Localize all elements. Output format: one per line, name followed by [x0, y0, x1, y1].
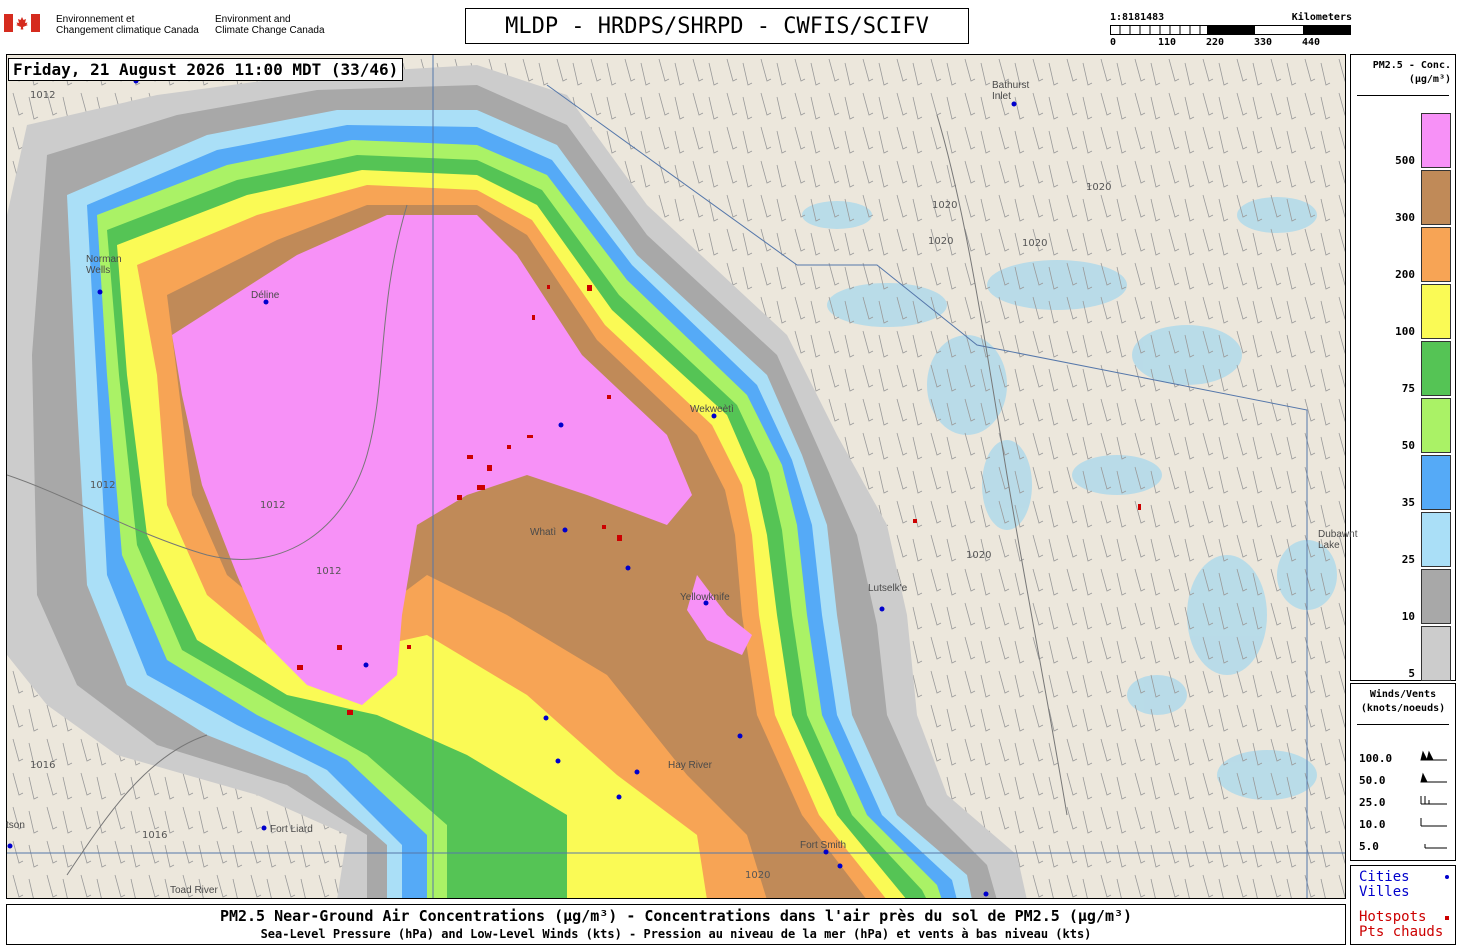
pm25-legend-title: PM2.5 - Conc. (µg/m³) — [1372, 60, 1451, 85]
isobar-label: 1020 — [745, 870, 771, 881]
pm25-swatch — [1421, 455, 1451, 510]
scale-tick: 0 — [1110, 37, 1117, 48]
place-label-bathurst-inlet: Bathurst Inlet — [992, 80, 1030, 102]
place-label-deline: Déline — [251, 290, 280, 301]
scale-ratio: 1:8181483 — [1110, 12, 1165, 23]
scale-tick: 330 — [1254, 37, 1273, 48]
wind-barb-icons — [1420, 750, 1447, 849]
place-label-fort-smith: Fort Smith — [800, 840, 847, 851]
isobar-label: 1012 — [30, 90, 56, 101]
isobar-label: 1016 — [30, 760, 56, 771]
wind-speed-label: 25.0 — [1359, 796, 1386, 809]
place-label-lutselke: Lutselk'e — [868, 583, 908, 594]
isobar-label: 1020 — [966, 550, 992, 561]
scale-tick: 440 — [1302, 37, 1321, 48]
legend-divider — [1357, 95, 1449, 96]
scale-bar: 1:8181483 Kilometers 0 110 220 330 440 — [1110, 10, 1352, 52]
scale-tick: 110 — [1158, 37, 1177, 48]
pm25-swatch — [1421, 227, 1451, 282]
pm25-swatch — [1421, 284, 1451, 339]
symbol-legend: Cities Villes Hotspots Pts chauds — [1350, 865, 1456, 945]
pm25-level-label: 75 — [1401, 382, 1415, 395]
pm25-swatch — [1421, 170, 1451, 225]
hotspots-legend-label: Hotspots Pts chauds — [1359, 909, 1444, 940]
hotspot-square-icon — [1445, 916, 1449, 920]
wind-speed-label: 50.0 — [1359, 774, 1386, 787]
isobar-label: 1020 — [928, 236, 954, 247]
place-label-hay-river: Hay River — [668, 760, 712, 771]
place-label-wekweeti: Wekweètì — [690, 404, 734, 415]
place-label-fort-liard: Fort Liard — [270, 824, 313, 835]
forecast-timestamp: Friday, 21 August 2026 11:00 MDT (33/46) — [8, 58, 404, 81]
pm25-level-label: 500 — [1395, 154, 1415, 167]
pm25-level-label: 10 — [1401, 610, 1415, 623]
map-canvas[interactable] — [6, 54, 1346, 899]
pm25-level-label: 300 — [1395, 211, 1415, 224]
map-layers — [7, 55, 1345, 898]
isobar-label: 1012 — [90, 480, 116, 491]
pm25-level-label: 50 — [1401, 439, 1415, 452]
pm25-swatch — [1421, 569, 1451, 624]
wind-speed-label: 5.0 — [1359, 840, 1379, 853]
isobar-label: 1012 — [260, 500, 286, 511]
gov-name-fr: Environnement et Changement climatique Ca… — [56, 14, 199, 36]
place-label-dubawnt-lake: Dubawnt Lake — [1318, 529, 1358, 551]
canada-flag-icon — [4, 14, 40, 32]
government-logo: Environnement et Changement climatique Ca… — [4, 12, 334, 42]
scale-tick: 220 — [1206, 37, 1225, 48]
scale-unit: Kilometers — [1291, 12, 1352, 23]
caption-line-pm25: PM2.5 Near-Ground Air Concentrations (µg… — [219, 907, 1133, 925]
isobar-label: 1012 — [316, 566, 342, 577]
map-caption: PM2.5 Near-Ground Air Concentrations (µg… — [6, 904, 1346, 945]
wind-speed-label: 10.0 — [1359, 818, 1386, 831]
gov-name-en: Environment and Climate Change Canada — [215, 14, 325, 36]
pm25-swatch — [1421, 113, 1451, 168]
wind-legend-title: Winds/Vents (knots/noeuds) — [1360, 689, 1446, 714]
pm25-level-label: 200 — [1395, 268, 1415, 281]
place-label-yellowknife: Yellowknife — [680, 592, 730, 603]
pm25-level-label: 100 — [1395, 325, 1415, 338]
pm25-level-label: 25 — [1401, 553, 1415, 566]
place-label-whati: Whatì — [530, 527, 557, 538]
place-label-toad-river: Toad River — [170, 885, 218, 896]
pm25-level-label: 5 — [1408, 667, 1415, 680]
wind-legend: Winds/Vents (knots/noeuds) 100.0 50.0 25.… — [1350, 683, 1456, 861]
scale-bar-graphic — [1110, 25, 1351, 35]
pm25-swatch — [1421, 398, 1451, 453]
caption-line-pressure-winds: Sea-Level Pressure (hPa) and Low-Level W… — [260, 927, 1092, 941]
cities-legend-label: Cities Villes — [1359, 869, 1410, 900]
isobar-label: 1020 — [1022, 238, 1048, 249]
map-title: MLDP - HRDPS/SHRPD - CWFIS/SCIFV — [465, 8, 969, 44]
isobar-label: 1020 — [1086, 182, 1112, 193]
place-label-watson-lake: tson — [6, 820, 25, 831]
place-label-norman-wells: Norman Wells — [86, 254, 122, 276]
legend-divider — [1357, 724, 1449, 725]
pm25-legend: PM2.5 - Conc. (µg/m³) 500 300 200 100 75 50 35 2… — [1350, 54, 1456, 681]
wind-speed-label: 100.0 — [1359, 752, 1393, 765]
isobar-label: 1016 — [142, 830, 168, 841]
pm25-swatch — [1421, 512, 1451, 567]
city-dot-icon — [1445, 875, 1449, 879]
pm25-swatch — [1421, 341, 1451, 396]
pm25-level-label: 35 — [1401, 496, 1415, 509]
pm25-swatch — [1421, 626, 1451, 681]
isobar-label: 1020 — [932, 200, 958, 211]
